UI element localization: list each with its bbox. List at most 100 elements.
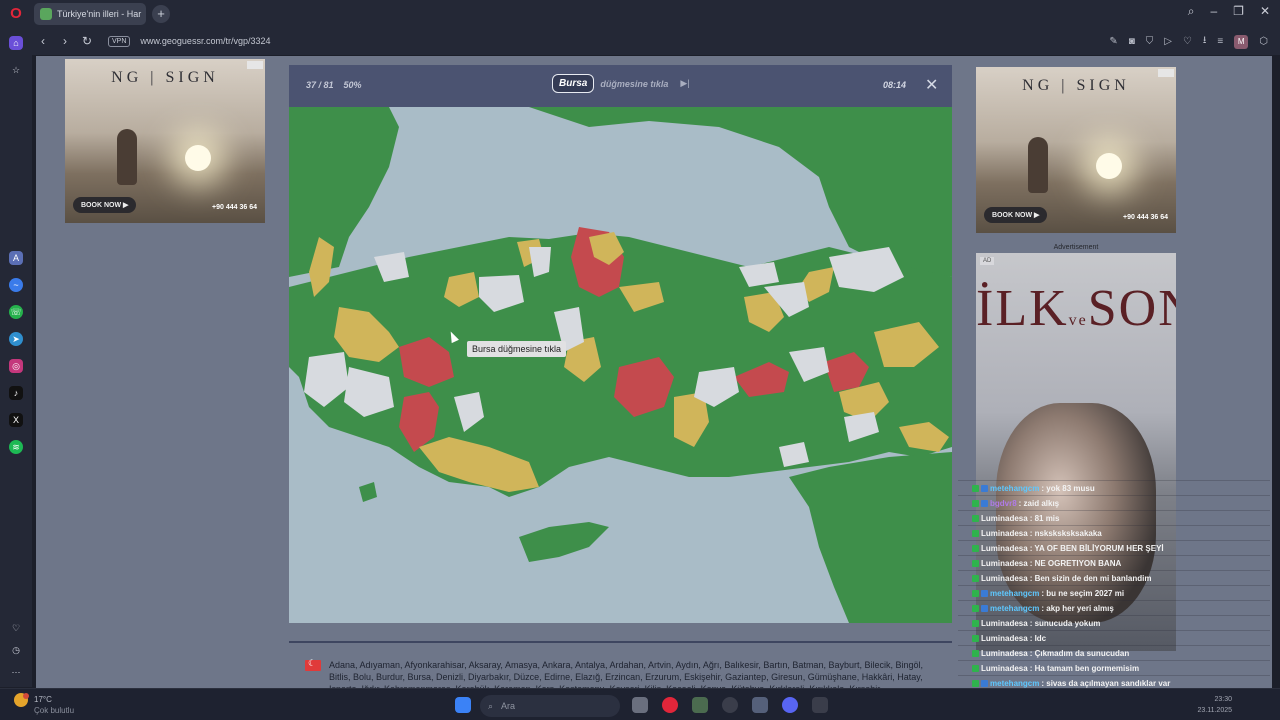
x-icon[interactable]: X xyxy=(9,413,23,427)
taskbar-search[interactable]: ⌕ Ara xyxy=(480,695,620,717)
weather-temperature[interactable]: 17°C xyxy=(34,695,52,704)
vpn-badge[interactable]: VPN xyxy=(108,35,131,47)
chat-username[interactable]: Luminadesa xyxy=(981,574,1028,583)
chat-message: bgdvr8: zaid alkış xyxy=(958,495,1270,510)
bookmark-icon[interactable]: ☆ xyxy=(9,63,23,77)
messenger-icon[interactable]: ~ xyxy=(9,278,23,292)
tiktok-icon[interactable]: ♪ xyxy=(9,386,23,400)
chat-message: Luminadesa: sunucuda yokum xyxy=(958,615,1270,630)
game-header: 37 / 81 50% Bursa düğmesine tıkla ▶| 08:… xyxy=(289,65,952,107)
camera-icon[interactable]: ◙ xyxy=(1129,36,1135,47)
back-icon[interactable]: ‹ xyxy=(32,34,54,48)
settings-icon[interactable] xyxy=(752,697,768,713)
forward-icon[interactable]: › xyxy=(54,34,76,48)
spotify-icon[interactable]: ≋ xyxy=(9,440,23,454)
hotel-ad-left[interactable]: NG | SIGN BOOK NOW ▶ +90 444 36 64 xyxy=(65,59,265,223)
steam-icon[interactable] xyxy=(722,697,738,713)
chat-username[interactable]: metehangcm xyxy=(990,679,1039,688)
chat-text: : nsksksksksakaka xyxy=(1029,528,1102,538)
app-icon[interactable] xyxy=(812,697,828,713)
favorites-heart-icon[interactable]: ♡ xyxy=(9,621,23,635)
opera-taskbar-icon[interactable] xyxy=(662,697,678,713)
new-tab-button[interactable]: + xyxy=(152,4,170,23)
ad-choices-icon[interactable] xyxy=(247,61,263,69)
close-window-icon[interactable]: ✕ xyxy=(1260,4,1270,19)
chat-username[interactable]: Luminadesa xyxy=(981,619,1028,628)
maximize-icon[interactable]: ❐ xyxy=(1233,4,1244,19)
explorer-icon[interactable] xyxy=(692,697,708,713)
chat-username[interactable]: metehangcm xyxy=(990,484,1039,493)
play-icon[interactable]: ▷ xyxy=(1164,36,1172,47)
chat-username[interactable]: bgdvr8 xyxy=(990,499,1017,508)
chat-username[interactable]: Luminadesa xyxy=(981,559,1028,568)
browser-tab[interactable]: Türkiye'nin illeri - Har xyxy=(34,2,146,25)
kick-badge-icon xyxy=(972,604,979,612)
kick-badge-icon xyxy=(972,529,979,537)
download-icon[interactable]: ⭳ xyxy=(1203,33,1207,50)
windows-taskbar: 17°C Çok bulutlu ⌕ Ara 23:30 23.11.2025 xyxy=(0,688,1280,720)
weather-description[interactable]: Çok bulutlu xyxy=(34,706,74,715)
chat-message: metehangcm: bu ne seçim 2027 mi xyxy=(958,585,1270,600)
close-game-button[interactable]: ✕ xyxy=(925,75,938,95)
hotel-ad-right[interactable]: NG | SIGN BOOK NOW ▶ +90 444 36 64 xyxy=(976,67,1176,233)
chat-username[interactable]: Luminadesa xyxy=(981,634,1028,643)
chat-text: : bu ne seçim 2027 mi xyxy=(1041,588,1125,598)
chat-message: metehangcm: akp her yeri almış xyxy=(958,600,1270,615)
system-clock[interactable]: 23:30 23.11.2025 xyxy=(1197,694,1232,716)
stream-chat-overlay: metehangcm: yok 83 musu bgdvr8: zaid alkı… xyxy=(958,480,1270,720)
edit-icon[interactable]: ✎ xyxy=(1109,36,1117,47)
chat-username[interactable]: Luminadesa xyxy=(981,514,1028,523)
task-view-icon[interactable] xyxy=(632,697,648,713)
kick-badge-icon xyxy=(972,514,979,522)
reload-icon[interactable]: ↻ xyxy=(76,34,98,48)
extensions-icon[interactable]: ⬡ xyxy=(1259,36,1268,47)
chat-username[interactable]: metehangcm xyxy=(990,589,1039,598)
telegram-icon[interactable]: ➤ xyxy=(9,332,23,346)
timer: 08:14 xyxy=(883,80,907,90)
ad-phone: +90 444 36 64 xyxy=(212,204,257,211)
home-icon[interactable]: ⌂ xyxy=(9,36,23,50)
chat-text: : 81 mis xyxy=(1029,513,1060,523)
advertisement-label: Advertisement xyxy=(1053,244,1099,251)
book-now-button[interactable]: BOOK NOW ▶ xyxy=(73,197,137,213)
chat-username[interactable]: Luminadesa xyxy=(981,649,1028,658)
chat-username[interactable]: Luminadesa xyxy=(981,664,1028,673)
shield-icon[interactable]: ⛉ xyxy=(1146,36,1154,47)
opera-logo-icon[interactable]: O xyxy=(0,0,32,27)
search-icon: ⌕ xyxy=(488,700,494,711)
chat-username[interactable]: metehangcm xyxy=(990,604,1039,613)
whatsapp-icon[interactable]: ☏ xyxy=(9,305,23,319)
more-icon[interactable]: ⋯ xyxy=(9,665,23,679)
kick-badge-icon xyxy=(972,574,979,582)
search-tabs-icon[interactable]: ⌕ xyxy=(1188,4,1195,19)
chat-text: : Çıkmadım da sunucudan xyxy=(1029,648,1130,658)
instagram-icon[interactable]: ◎ xyxy=(9,359,23,373)
subscriber-badge-icon xyxy=(981,589,988,597)
clock-time: 23:30 xyxy=(1214,696,1232,703)
heart-icon[interactable]: ♡ xyxy=(1183,36,1192,47)
skip-icon[interactable]: ▶| xyxy=(680,78,689,89)
chat-username[interactable]: Luminadesa xyxy=(981,544,1028,553)
question-prompt: Bursa düğmesine tıkla ▶| xyxy=(552,74,690,93)
province-list: Adana, Adıyaman, Afyonkarahisar, Aksaray… xyxy=(329,660,923,688)
menu-icon[interactable]: ≡ xyxy=(1217,36,1223,47)
chat-username[interactable]: Luminadesa xyxy=(981,529,1028,538)
tab-title: Türkiye'nin illeri - Har xyxy=(57,8,142,19)
chat-text: : Ha tamam ben gormemisim xyxy=(1029,663,1140,673)
section-divider xyxy=(289,641,952,643)
aria-icon[interactable]: A xyxy=(9,251,23,265)
discord-icon[interactable] xyxy=(782,697,798,713)
history-icon[interactable]: ◷ xyxy=(9,643,23,657)
swimmer-image xyxy=(117,129,137,185)
weather-icon[interactable] xyxy=(14,693,29,707)
chat-message: Luminadesa: 81 mis xyxy=(958,510,1270,525)
turkey-provinces-map[interactable] xyxy=(289,107,952,623)
url-field[interactable]: www.geoguessr.com/tr/vgp/3324 xyxy=(140,36,270,46)
profile-avatar[interactable]: M xyxy=(1234,34,1249,49)
kick-badge-icon xyxy=(972,559,979,567)
minimize-icon[interactable]: – xyxy=(1210,4,1217,19)
kick-badge-icon xyxy=(972,619,979,627)
windows-start-icon[interactable] xyxy=(455,697,471,713)
ad-choices-icon[interactable] xyxy=(1158,69,1174,77)
book-now-button[interactable]: BOOK NOW ▶ xyxy=(984,207,1048,223)
